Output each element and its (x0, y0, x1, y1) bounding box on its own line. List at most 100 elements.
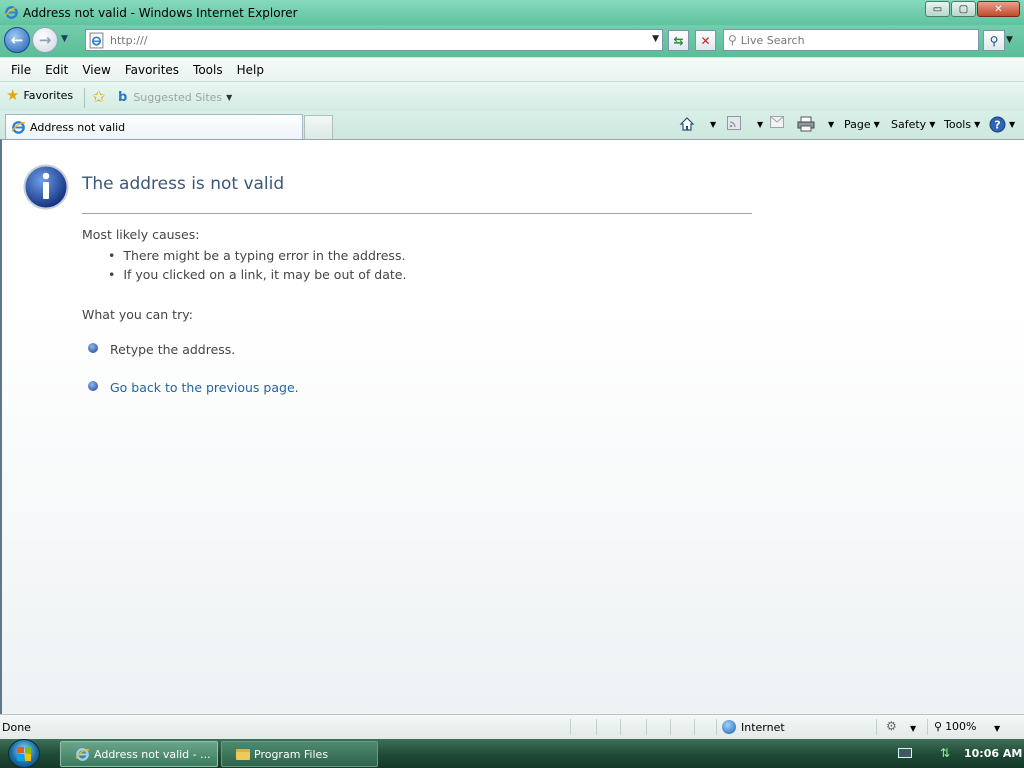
search-icon: ⚲ (728, 33, 737, 47)
start-button[interactable] (8, 739, 40, 768)
keyboard-icon[interactable] (898, 748, 912, 758)
suggested-sites-button[interactable]: b Suggested Sites ▼ (118, 90, 232, 105)
window-title: Address not valid - Windows Internet Exp… (23, 5, 298, 20)
menu-bar: File Edit View Favorites Tools Help (0, 57, 1024, 81)
print-dropdown[interactable]: ▼ (825, 120, 834, 129)
help-dropdown[interactable]: ▼ (1009, 120, 1015, 129)
menu-edit[interactable]: Edit (45, 63, 68, 77)
page-menu[interactable]: Page ▼ (844, 118, 880, 131)
window-controls: ▭ ▢ ✕ (924, 1, 1020, 17)
favorites-separator (84, 88, 85, 108)
page-menu-label: Page (844, 118, 871, 131)
status-divider (646, 719, 647, 735)
menu-file[interactable]: File (11, 63, 31, 77)
suggested-sites-label: Suggested Sites (133, 91, 223, 104)
favorites-star-icon: ★ (6, 86, 20, 104)
address-dropdown[interactable]: ▼ (652, 34, 659, 44)
go-back-link[interactable]: Go back to the previous page. (110, 380, 299, 395)
address-bar[interactable]: ▼ (85, 29, 663, 51)
refresh-button[interactable]: ⇆ (668, 30, 689, 51)
close-button[interactable]: ✕ (977, 1, 1020, 17)
help-button[interactable]: ? ▼ (989, 116, 1015, 133)
recent-pages-dropdown[interactable]: ▼ (61, 34, 73, 46)
info-icon (23, 164, 69, 210)
help-icon: ? (989, 116, 1006, 133)
favorites-label: Favorites (23, 89, 74, 102)
status-text: Done (2, 721, 31, 734)
minimize-button[interactable]: ▭ (925, 1, 950, 17)
tab-label: Address not valid (30, 120, 126, 134)
protected-mode-icon[interactable]: ⚙ (886, 719, 897, 733)
back-button[interactable]: ← (4, 27, 30, 53)
back-arrow-icon: ← (10, 31, 24, 49)
title-divider (82, 213, 752, 214)
search-icon: ⚲ (989, 33, 999, 48)
navigation-bar: ← → ▼ ▼ ⇆ ✕ ⚲ ⚲ ▼ (0, 25, 1024, 57)
print-icon (797, 116, 815, 132)
status-divider (927, 719, 928, 735)
chevron-down-icon[interactable]: ▼ (910, 724, 916, 733)
search-options-dropdown[interactable]: ▼ (1006, 35, 1013, 45)
maximize-button[interactable]: ▢ (951, 1, 976, 17)
home-button[interactable] (679, 116, 695, 132)
menu-tools[interactable]: Tools (193, 63, 223, 77)
menu-help[interactable]: Help (237, 63, 264, 77)
security-zone[interactable]: Internet (722, 720, 785, 734)
home-dropdown[interactable]: ▼ (707, 120, 716, 129)
cause-item: • If you clicked on a link, it may be ou… (108, 267, 407, 282)
cause-item: • There might be a typing error in the a… (108, 248, 406, 263)
ie-logo-icon (11, 120, 26, 134)
menu-view[interactable]: View (82, 63, 110, 77)
status-divider (694, 719, 695, 735)
taskbar-button-label: Address not valid - ... (94, 747, 211, 761)
status-bar: Done Internet ⚙ ▼ ⚲ 100% ▼ (0, 714, 1024, 739)
zoom-button[interactable]: ⚲ 100% (934, 720, 977, 733)
network-icon[interactable]: ⇅ (940, 746, 950, 760)
taskbar-button-folder[interactable]: Program Files (221, 741, 378, 767)
menu-favorites[interactable]: Favorites (125, 63, 179, 77)
home-icon (679, 117, 695, 131)
status-divider (670, 719, 671, 735)
search-box[interactable]: ⚲ (723, 29, 979, 51)
forward-button[interactable]: → (32, 27, 58, 53)
tab-address-not-valid[interactable]: Address not valid (5, 114, 303, 139)
print-button[interactable] (797, 116, 815, 132)
ie-page-icon (89, 32, 104, 48)
taskbar: Address not valid - ... Program Files ⇅ … (0, 739, 1024, 768)
read-mail-button[interactable] (770, 116, 784, 128)
favorites-bar: ★ Favorites ✩ b Suggested Sites ▼ (0, 81, 1024, 111)
zone-label: Internet (741, 720, 785, 734)
add-favorites-icon[interactable]: ✩ (92, 87, 105, 106)
clock[interactable]: 10:06 AM (964, 747, 1022, 760)
taskbar-button-ie[interactable]: Address not valid - ... (60, 741, 218, 767)
bullet-icon (88, 343, 98, 353)
title-bar: Address not valid - Windows Internet Exp… (0, 0, 1024, 25)
feeds-dropdown[interactable]: ▼ (754, 120, 763, 129)
status-divider (716, 719, 717, 735)
chevron-down-icon: ▼ (226, 93, 233, 102)
forward-arrow-icon: → (38, 31, 52, 49)
new-tab-button[interactable] (304, 115, 333, 139)
feeds-button[interactable] (727, 116, 741, 130)
windows-start-icon (17, 746, 31, 761)
causes-heading: Most likely causes: (82, 227, 200, 242)
tools-menu[interactable]: Tools ▼ (944, 118, 980, 131)
safety-menu[interactable]: Safety ▼ (891, 118, 935, 131)
search-input[interactable] (740, 31, 967, 49)
safety-menu-label: Safety (891, 118, 927, 131)
zoom-level: 100% (945, 720, 977, 733)
globe-icon (722, 720, 736, 734)
tools-menu-label: Tools (944, 118, 972, 131)
bing-icon: b (118, 90, 128, 105)
ie-logo-icon (4, 6, 19, 19)
search-go-button[interactable]: ⚲ (983, 30, 1005, 51)
mail-icon (770, 116, 784, 128)
feeds-icon (727, 116, 741, 130)
status-divider (876, 719, 877, 735)
zoom-dropdown[interactable]: ▼ (994, 724, 1000, 733)
ie-logo-icon (75, 747, 90, 761)
favorites-button[interactable]: ★ Favorites (6, 88, 73, 103)
stop-button[interactable]: ✕ (695, 30, 716, 51)
svg-text:?: ? (994, 119, 1000, 132)
address-input[interactable] (110, 31, 640, 49)
